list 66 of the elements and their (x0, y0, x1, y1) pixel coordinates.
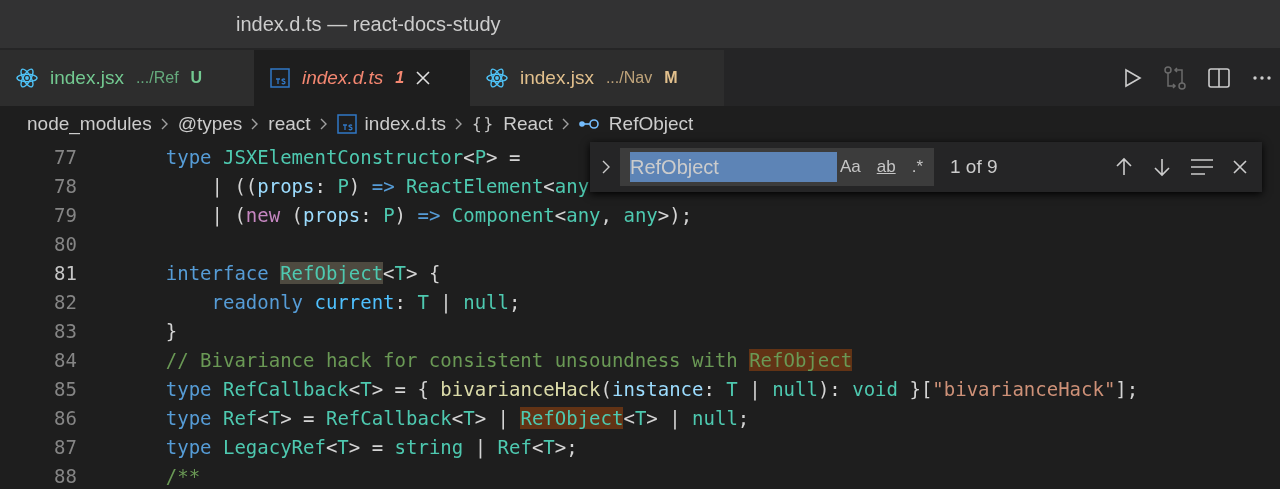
code-line: type JSXElementConstructor<P> = (164, 145, 521, 170)
arrow-down-icon[interactable] (1152, 157, 1172, 177)
tab-filename: index.d.ts (302, 65, 384, 90)
code-line: interface RefObject<T> { (164, 261, 441, 286)
line-number: 88 (53, 464, 77, 489)
editor-tab[interactable]: index.jsx .../Ref U (0, 50, 254, 106)
chevron-right-icon (159, 117, 170, 131)
find-option-toggle[interactable]: .* (908, 153, 926, 181)
close-icon[interactable] (416, 71, 431, 85)
close-icon[interactable] (1232, 159, 1248, 175)
line-number: 79 (53, 203, 77, 228)
window-title: index.d.ts — react-docs-study (236, 12, 501, 37)
code-line: } (164, 319, 178, 344)
code-line: // Bivariance hack for consistent unsoundness with RefObject (164, 348, 853, 373)
tab-status: U (190, 68, 203, 88)
line-number: 80 (53, 232, 77, 257)
react-icon (16, 68, 38, 88)
typescript-file-icon (336, 114, 357, 134)
line-number: 78 (53, 174, 77, 199)
tab-path: .../Nav (605, 68, 653, 88)
typescript-file-icon (270, 68, 290, 88)
chevron-right-icon[interactable] (600, 159, 612, 175)
code-line: type RefCallback<T> = { bivarianceHack(instance: T | null): void }["bivarianceHack"]; (164, 377, 1139, 403)
chevron-right-icon (453, 117, 464, 131)
breadcrumb-item[interactable]: react (268, 109, 311, 139)
breadcrumb-item[interactable]: node_modules (27, 109, 152, 139)
code-line: | ((props: P) => ReactElement<any (210, 174, 590, 200)
more-icon[interactable] (1252, 75, 1272, 81)
line-number: 85 (53, 377, 77, 402)
line-number: 87 (53, 435, 77, 460)
code-line: | (new (props: P) => Component<any, any>); (210, 203, 693, 229)
chevron-right-icon (318, 117, 329, 131)
find-option-toggle[interactable]: ab (873, 153, 899, 181)
code-line: /** (164, 464, 201, 489)
tab-status: M (664, 68, 678, 88)
code-line: type Ref<T> = RefCallback<T> | RefObject<T> | null; (164, 406, 750, 432)
line-number: 83 (53, 319, 77, 344)
editor-tab[interactable]: index.jsx .../Nav M (470, 50, 724, 106)
line-number: 81 (53, 261, 77, 286)
tab-path: .../Ref (135, 68, 179, 88)
chevron-right-icon (560, 117, 571, 131)
breadcrumb-item[interactable]: index.d.ts (364, 109, 446, 139)
split-editor-icon[interactable] (1208, 68, 1230, 88)
play-icon[interactable] (1124, 68, 1142, 88)
line-number: 77 (53, 145, 77, 170)
compare-changes-icon[interactable] (1164, 66, 1186, 90)
react-icon (486, 68, 508, 88)
field-symbol-icon (578, 118, 601, 130)
code-line: readonly current: T | null; (210, 290, 521, 316)
find-in-selection-icon[interactable] (1190, 158, 1214, 176)
line-number: 86 (53, 406, 77, 431)
match-count: 1 of 9 (950, 154, 999, 179)
editor-tab[interactable]: index.d.ts 1 (254, 50, 470, 106)
breadcrumb-item[interactable]: React (503, 109, 553, 139)
tab-status: 1 (395, 68, 405, 88)
find-option-toggle[interactable]: Aa (836, 153, 864, 181)
line-number: 84 (53, 348, 77, 373)
braces-icon: {} (471, 112, 496, 136)
code-line: type LegacyRef<T> = string | Ref<T>; (164, 435, 578, 461)
tab-filename: index.jsx (50, 65, 124, 90)
find-input[interactable]: RefObject Aa ab .* (620, 148, 934, 186)
line-number: 82 (53, 290, 77, 315)
breadcrumb-item[interactable]: RefObject (608, 109, 694, 139)
arrow-up-icon[interactable] (1114, 157, 1134, 177)
breadcrumb-item[interactable]: @types (177, 109, 243, 139)
tab-filename: index.jsx (520, 65, 594, 90)
